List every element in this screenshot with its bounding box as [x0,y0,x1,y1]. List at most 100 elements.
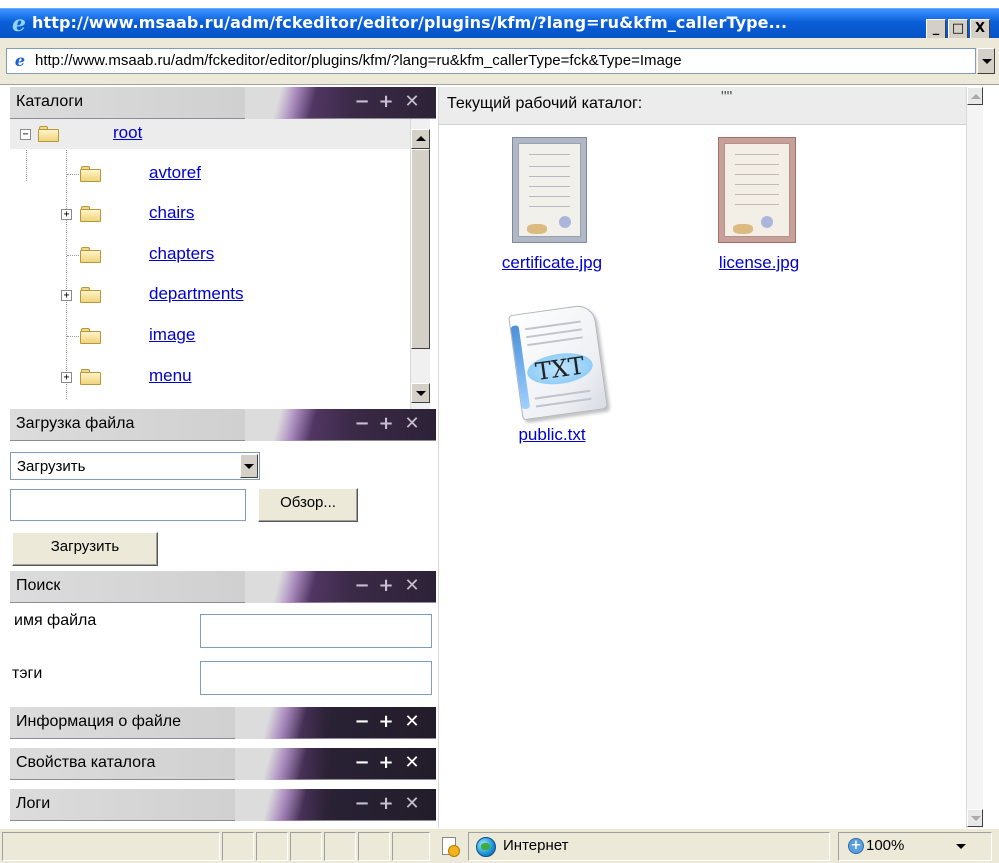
search-minimize-icon[interactable]: − [352,575,372,597]
thumb-line [735,174,779,175]
logs-minimize-icon[interactable]: − [352,793,372,815]
address-dropdown-button[interactable] [977,48,995,74]
chevron-up-icon [971,94,981,99]
search-close-icon[interactable]: ✕ [402,575,422,597]
thumb-line [529,176,570,177]
tree-item-root[interactable]: − root [10,119,410,149]
file-name-public-txt[interactable]: public.txt [467,425,637,445]
file-name-certificate[interactable]: certificate.jpg [467,253,637,273]
status-cell [222,832,254,861]
thumb-line [735,154,779,155]
thumb-line [529,206,570,207]
tree-item-label[interactable]: menu [149,366,192,386]
window-titlebar[interactable]: e http://www.msaab.ru/adm/fckeditor/edit… [0,8,999,39]
thumb-paper [518,143,581,237]
main-scroll-down-button[interactable] [967,809,983,827]
upload-mode-dropdown[interactable] [240,454,258,478]
scroll-down-button[interactable] [411,383,430,403]
zoom-dropdown-icon[interactable] [956,844,966,849]
status-cell [358,832,390,861]
address-bar: e http://www.msaab.ru/adm/fckeditor/edit… [0,38,999,85]
file-name-license[interactable]: license.jpg [674,253,844,273]
dir-props-panel-header[interactable]: Свойства каталога − + ✕ [10,748,436,780]
catalogs-panel-header[interactable]: Каталоги − + ✕ [10,87,436,119]
address-field[interactable]: e http://www.msaab.ru/adm/fckeditor/edit… [6,48,976,74]
main-scroll-up-button[interactable] [967,87,983,105]
catalogs-minimize-icon[interactable]: − [352,91,372,113]
scroll-up-button[interactable] [411,129,430,149]
tags-label: тэги [12,665,43,682]
address-url[interactable]: http://www.msaab.ru/adm/fckeditor/editor… [35,52,682,69]
tree-item-label[interactable]: root [113,123,142,143]
file-info-close-icon[interactable]: ✕ [402,711,422,733]
expand-icon[interactable]: + [61,209,72,220]
dir-props-close-icon[interactable]: ✕ [402,752,422,774]
minimize-button[interactable]: _ [926,19,946,39]
file-item-license[interactable]: license.jpg [674,135,844,285]
dir-props-expand-icon[interactable]: + [376,752,396,774]
tree-item-label[interactable]: avtoref [149,163,201,183]
tree-item-label[interactable]: departments [149,284,244,304]
upload-submit-button[interactable]: Загрузить [12,532,158,566]
tree-item-label[interactable]: chapters [149,244,214,264]
collapse-icon[interactable]: − [20,129,31,140]
security-warning-icon[interactable] [442,837,460,857]
dir-props-minimize-icon[interactable]: − [352,752,372,774]
current-dir-value: "" [721,89,733,106]
browse-button[interactable]: Обзор... [258,488,358,522]
maximize-button[interactable]: □ [948,19,968,39]
upload-panel-header[interactable]: Загрузка файла − + ✕ [10,409,436,441]
logs-panel-header[interactable]: Логи − + ✕ [10,789,436,821]
thumb-line [735,164,779,165]
search-expand-icon[interactable]: + [376,575,396,597]
upload-minimize-icon[interactable]: − [352,413,372,435]
tree-item-avtoref[interactable]: avtoref [10,159,410,189]
zoom-icon: + [848,838,864,854]
status-cell [392,832,430,861]
zoom-level[interactable]: 100% [866,837,904,854]
catalogs-close-icon[interactable]: ✕ [402,91,422,113]
tree-item-image[interactable]: image [10,321,410,351]
tree-item-menu[interactable]: + menu [10,362,410,392]
thumb-line [529,154,570,155]
thumb-line [735,194,779,195]
folder-icon [80,328,102,344]
tree-guide [67,255,79,256]
filename-search-input[interactable] [200,614,432,648]
tree-item-chapters[interactable]: chapters [10,240,410,270]
upload-mode-select[interactable]: Загрузить [10,452,260,480]
file-item-certificate[interactable]: certificate.jpg [467,135,637,285]
scroll-thumb[interactable] [411,149,430,349]
folder-tree: − root avtoref + chairs chapters + depar… [10,119,436,409]
upload-expand-icon[interactable]: + [376,413,396,435]
tree-item-label[interactable]: image [149,325,195,345]
file-info-minimize-icon[interactable]: − [352,711,372,733]
license-thumbnail[interactable] [718,137,796,243]
expand-icon[interactable]: + [61,290,72,301]
text-file-icon[interactable]: TXT [508,303,608,421]
expand-icon[interactable]: + [61,372,72,383]
close-button[interactable]: X [970,19,990,39]
header-swoosh [235,789,330,821]
certificate-thumbnail[interactable] [512,137,587,243]
tree-scrollbar[interactable] [410,119,430,409]
file-info-panel-header[interactable]: Информация о файле − + ✕ [10,707,436,739]
main-scrollbar[interactable] [966,87,983,828]
search-panel-header[interactable]: Поиск − + ✕ [10,571,436,603]
thumb-stamp [733,224,753,234]
thumb-stamp [527,224,547,234]
logs-expand-icon[interactable]: + [376,793,396,815]
upload-close-icon[interactable]: ✕ [402,413,422,435]
tree-item-departments[interactable]: + departments [10,280,410,310]
catalogs-expand-icon[interactable]: + [376,91,396,113]
tags-search-input[interactable] [200,661,432,695]
tree-item-chairs[interactable]: + chairs [10,199,410,229]
tree-item-label[interactable]: chairs [149,203,194,223]
file-item-public-txt[interactable]: TXT public.txt [467,303,637,453]
current-dir-label: Текущий рабочий каталог: [447,95,643,112]
header-swoosh [235,748,330,780]
logs-close-icon[interactable]: ✕ [402,793,422,815]
thumb-line [735,184,779,185]
file-info-expand-icon[interactable]: + [376,711,396,733]
file-path-input[interactable] [10,489,246,521]
